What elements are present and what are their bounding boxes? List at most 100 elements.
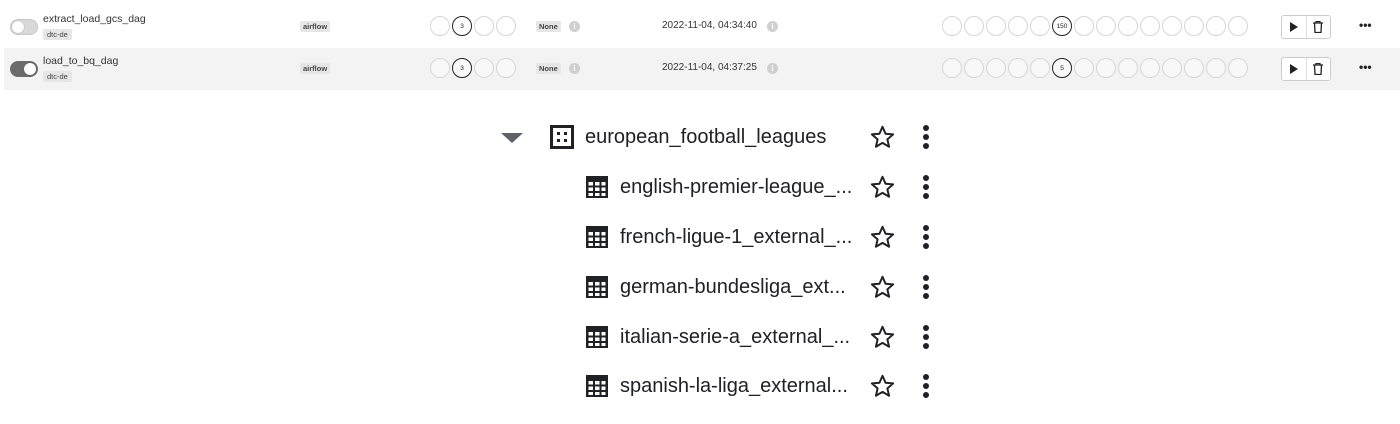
task-status-circle[interactable] bbox=[1008, 16, 1028, 36]
task-status-circle[interactable] bbox=[1074, 58, 1094, 78]
task-status-circle[interactable] bbox=[1030, 58, 1050, 78]
star-icon[interactable] bbox=[869, 373, 896, 399]
task-status-circle[interactable] bbox=[1184, 16, 1204, 36]
dag-tag[interactable]: dtc-de bbox=[43, 29, 72, 40]
run-status-circle[interactable] bbox=[496, 16, 516, 36]
task-status-circle[interactable] bbox=[1140, 58, 1160, 78]
more-options-icon[interactable]: ••• bbox=[1359, 18, 1372, 32]
kebab-menu-icon[interactable] bbox=[922, 175, 930, 199]
task-status-circle[interactable] bbox=[1030, 16, 1050, 36]
dag-owner: airflow bbox=[300, 21, 331, 32]
dag-row: load_to_bq_dag dtc-de airflow 3 None i 2… bbox=[4, 48, 1400, 90]
dag-pause-toggle[interactable] bbox=[10, 19, 38, 35]
delete-dag-button[interactable] bbox=[1305, 58, 1331, 80]
toggle-knob bbox=[12, 21, 24, 33]
table-icon bbox=[586, 226, 608, 248]
dataset-row[interactable]: european_football_leagues bbox=[585, 117, 826, 157]
task-status-circle[interactable] bbox=[1206, 16, 1226, 36]
run-status-circle[interactable]: 3 bbox=[452, 58, 472, 78]
table-icon bbox=[586, 276, 608, 298]
table-row[interactable]: german-bundesliga_ext... bbox=[620, 267, 846, 307]
info-icon[interactable]: i bbox=[569, 63, 580, 74]
dag-actions bbox=[1281, 57, 1331, 81]
task-status-circle[interactable] bbox=[1118, 16, 1138, 36]
delete-dag-button[interactable] bbox=[1305, 16, 1331, 38]
task-status-circle[interactable] bbox=[1096, 58, 1116, 78]
kebab-menu-icon[interactable] bbox=[922, 225, 930, 249]
info-icon[interactable]: i bbox=[569, 21, 580, 32]
dag-actions bbox=[1281, 15, 1331, 39]
toggle-knob bbox=[24, 63, 36, 75]
run-status-circle[interactable] bbox=[430, 58, 450, 78]
dag-name-link[interactable]: load_to_bq_dag bbox=[43, 55, 118, 67]
task-status-circle[interactable] bbox=[1162, 16, 1182, 36]
info-icon[interactable]: i bbox=[767, 21, 778, 32]
runs-status: 3 bbox=[430, 16, 516, 36]
trigger-dag-button[interactable] bbox=[1282, 58, 1306, 80]
runs-status: 3 bbox=[430, 58, 516, 78]
star-icon[interactable] bbox=[869, 324, 896, 350]
table-name[interactable]: english-premier-league_... bbox=[620, 176, 852, 199]
kebab-menu-icon[interactable] bbox=[922, 275, 930, 299]
task-status-circle[interactable] bbox=[942, 16, 962, 36]
task-status-circle[interactable] bbox=[986, 58, 1006, 78]
last-run-timestamp[interactable]: 2022-11-04, 04:37:25 bbox=[662, 62, 757, 73]
table-name[interactable]: german-bundesliga_ext... bbox=[620, 276, 846, 299]
star-icon[interactable] bbox=[869, 274, 896, 300]
dag-tag[interactable]: dtc-de bbox=[43, 71, 72, 82]
run-status-circle[interactable] bbox=[474, 16, 494, 36]
task-status-circle[interactable] bbox=[986, 16, 1006, 36]
run-status-circle[interactable] bbox=[430, 16, 450, 36]
table-row[interactable]: spanish-la-liga_external... bbox=[620, 366, 848, 406]
dag-name-link[interactable]: extract_load_gcs_dag bbox=[43, 13, 146, 25]
table-row[interactable]: english-premier-league_... bbox=[620, 167, 852, 207]
run-status-circle[interactable] bbox=[474, 58, 494, 78]
task-status-circle[interactable] bbox=[964, 16, 984, 36]
collapse-arrow-icon[interactable] bbox=[501, 133, 523, 143]
task-status-circle[interactable] bbox=[1228, 16, 1248, 36]
task-status-circle[interactable] bbox=[1140, 16, 1160, 36]
table-row[interactable]: french-ligue-1_external_... bbox=[620, 217, 852, 257]
task-status-circle[interactable] bbox=[1162, 58, 1182, 78]
play-icon bbox=[1290, 22, 1299, 32]
task-status-circle[interactable] bbox=[964, 58, 984, 78]
task-status-circle[interactable] bbox=[1184, 58, 1204, 78]
play-icon bbox=[1290, 64, 1299, 74]
task-status-circle[interactable]: 150 bbox=[1052, 16, 1072, 36]
table-name[interactable]: spanish-la-liga_external... bbox=[620, 375, 848, 398]
table-icon bbox=[586, 375, 608, 397]
dag-owner: airflow bbox=[300, 63, 331, 74]
last-run-timestamp[interactable]: 2022-11-04, 04:34:40 bbox=[662, 20, 757, 31]
task-status-circle[interactable] bbox=[942, 58, 962, 78]
recent-tasks-status: 150 bbox=[942, 16, 1248, 36]
task-status-circle[interactable] bbox=[1206, 58, 1226, 78]
table-icon bbox=[586, 326, 608, 348]
dataset-name[interactable]: european_football_leagues bbox=[585, 126, 826, 149]
more-options-icon[interactable]: ••• bbox=[1359, 60, 1372, 74]
info-icon[interactable]: i bbox=[767, 63, 778, 74]
schedule-badge: None bbox=[536, 21, 561, 32]
task-status-circle[interactable] bbox=[1118, 58, 1138, 78]
table-name[interactable]: italian-serie-a_external_... bbox=[620, 326, 850, 349]
dag-row: extract_load_gcs_dag dtc-de airflow 3 No… bbox=[4, 6, 1400, 48]
table-name[interactable]: french-ligue-1_external_... bbox=[620, 226, 852, 249]
task-status-circle[interactable]: 5 bbox=[1052, 58, 1072, 78]
run-status-circle[interactable]: 3 bbox=[452, 16, 472, 36]
recent-tasks-status: 5 bbox=[942, 58, 1248, 78]
star-icon[interactable] bbox=[869, 224, 896, 250]
kebab-menu-icon[interactable] bbox=[922, 374, 930, 398]
kebab-menu-icon[interactable] bbox=[922, 125, 930, 149]
task-status-circle[interactable] bbox=[1008, 58, 1028, 78]
task-status-circle[interactable] bbox=[1074, 16, 1094, 36]
task-status-circle[interactable] bbox=[1228, 58, 1248, 78]
star-icon[interactable] bbox=[869, 174, 896, 200]
kebab-menu-icon[interactable] bbox=[922, 325, 930, 349]
run-status-circle[interactable] bbox=[496, 58, 516, 78]
task-status-circle[interactable] bbox=[1096, 16, 1116, 36]
trash-icon bbox=[1313, 63, 1324, 75]
trigger-dag-button[interactable] bbox=[1282, 16, 1306, 38]
dataset-icon bbox=[550, 125, 574, 149]
table-row[interactable]: italian-serie-a_external_... bbox=[620, 317, 850, 357]
dag-pause-toggle[interactable] bbox=[10, 61, 38, 77]
star-icon[interactable] bbox=[869, 124, 896, 150]
